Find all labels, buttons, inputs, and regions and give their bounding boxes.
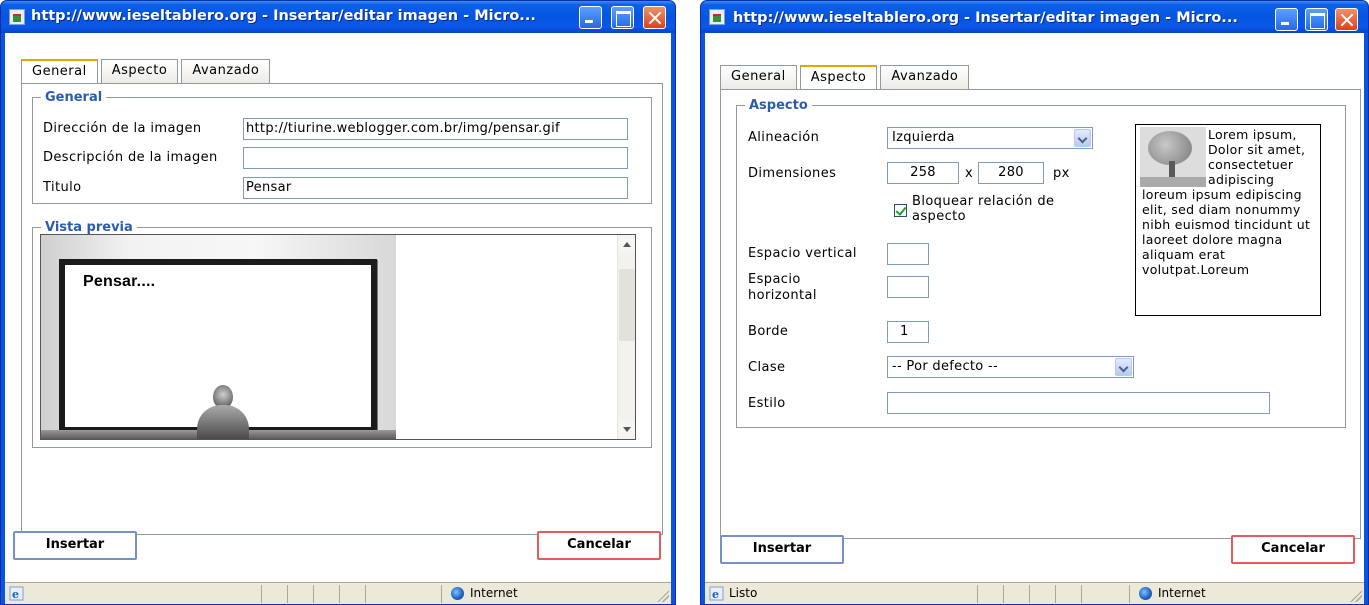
alignment-select[interactable]: Izquierda <box>887 127 1093 149</box>
cancel-button[interactable]: Cancelar <box>537 531 661 560</box>
aspect-legend: Aspecto <box>749 98 808 113</box>
close-button[interactable] <box>643 6 666 29</box>
preview-legend: Vista previa <box>45 220 133 235</box>
minimize-button[interactable] <box>579 6 602 29</box>
tab-panel: Aspecto Alineación Izquierda Dimensiones… <box>720 89 1361 539</box>
tab-general[interactable]: General <box>21 59 98 84</box>
dialog-window-general: http://www.ieseltablero.org - Insertar/e… <box>0 0 676 605</box>
tab-bar: General Aspecto Avanzado <box>720 65 970 90</box>
dimensions-label: Dimensiones <box>748 166 837 181</box>
class-value: -- Por defecto -- <box>892 359 998 374</box>
ie-page-icon <box>9 9 25 25</box>
person-figure <box>193 385 253 439</box>
image-url-input[interactable]: http://tiurine.weblogger.com.br/img/pens… <box>243 118 628 140</box>
preview-scrollbar[interactable] <box>617 235 635 439</box>
tab-avanzado[interactable]: Avanzado <box>181 59 271 83</box>
ie-page-icon <box>709 9 725 25</box>
status-bar: e Listo Internet <box>705 582 1364 604</box>
cancel-button[interactable]: Cancelar <box>1231 535 1355 564</box>
security-zone: Internet <box>451 586 518 600</box>
minimize-button[interactable] <box>1275 8 1298 31</box>
title-bar[interactable]: http://www.ieseltablero.org - Insertar/e… <box>701 1 1368 33</box>
style-label: Estilo <box>748 396 786 411</box>
resize-grip[interactable] <box>1350 590 1362 602</box>
dimension-separator: x <box>965 166 974 181</box>
insert-button[interactable]: Insertar <box>720 535 844 564</box>
insert-button[interactable]: Insertar <box>13 531 137 560</box>
border-label: Borde <box>748 324 789 339</box>
general-legend: General <box>45 90 103 105</box>
maximize-button[interactable] <box>611 6 634 29</box>
scroll-down-icon[interactable] <box>619 421 635 438</box>
ie-status-icon: e <box>9 586 24 601</box>
style-input[interactable] <box>887 392 1270 414</box>
zone-text: Internet <box>1158 586 1206 600</box>
tab-aspecto[interactable]: Aspecto <box>799 65 878 90</box>
tab-bar: General Aspecto Avanzado <box>21 59 271 84</box>
description-label: Descripción de la imagen <box>43 150 218 165</box>
hspace-input[interactable] <box>887 276 929 298</box>
tab-panel: General Dirección de la imagen http://ti… <box>21 83 663 535</box>
resize-grip[interactable] <box>657 590 669 602</box>
hspace-label: Espacio horizontal <box>748 272 817 303</box>
image-url-label: Dirección de la imagen <box>43 121 202 136</box>
ie-status-icon: e <box>709 586 724 601</box>
class-select[interactable]: -- Por defecto -- <box>887 356 1134 378</box>
alignment-sample: Lorem ipsum, Dolor sit amet, consectetue… <box>1135 124 1321 316</box>
tab-general[interactable]: General <box>720 65 797 89</box>
maximize-button[interactable] <box>1305 8 1328 31</box>
svg-text:e: e <box>712 588 719 601</box>
image-preview: Pensar.... <box>40 234 636 440</box>
sample-tree-image <box>1140 127 1206 187</box>
preview-image-text: Pensar.... <box>83 273 156 290</box>
lock-ratio-checkbox[interactable] <box>894 204 907 217</box>
svg-text:e: e <box>12 588 19 601</box>
window-title: http://www.ieseltablero.org - Insertar/e… <box>31 8 536 24</box>
chevron-down-icon[interactable] <box>1115 358 1132 376</box>
dialog-content: General Aspecto Avanzado Aspecto Alineac… <box>705 33 1364 582</box>
vspace-input[interactable] <box>887 243 929 265</box>
alignment-value: Izquierda <box>892 130 955 145</box>
status-bar: e Internet <box>5 582 671 604</box>
border-input[interactable]: 1 <box>887 321 929 343</box>
preview-image: Pensar.... <box>41 235 396 439</box>
globe-icon <box>451 586 464 600</box>
lock-ratio-label: Bloquear relación de aspecto <box>912 194 1055 224</box>
class-label: Clase <box>748 360 786 375</box>
tab-avanzado[interactable]: Avanzado <box>880 65 970 89</box>
alignment-label: Alineación <box>748 130 820 145</box>
tab-aspecto[interactable]: Aspecto <box>100 59 179 83</box>
scroll-thumb[interactable] <box>619 269 635 341</box>
height-input[interactable]: 280 <box>978 162 1044 184</box>
description-input[interactable] <box>243 147 628 169</box>
title-label: Titulo <box>43 180 82 195</box>
chevron-down-icon[interactable] <box>1074 129 1091 147</box>
security-zone: Internet <box>1139 586 1206 600</box>
title-input[interactable]: Pensar <box>243 177 628 199</box>
close-button[interactable] <box>1335 8 1358 31</box>
zone-text: Internet <box>470 586 518 600</box>
dialog-content: General Aspecto Avanzado General Direcci… <box>5 33 671 582</box>
unit-label: px <box>1053 166 1070 181</box>
dialog-window-aspecto: http://www.ieseltablero.org - Insertar/e… <box>700 0 1369 605</box>
globe-icon <box>1139 586 1152 600</box>
width-input[interactable]: 258 <box>887 162 959 184</box>
vspace-label: Espacio vertical <box>748 246 857 261</box>
title-bar[interactable]: http://www.ieseltablero.org - Insertar/e… <box>1 1 675 33</box>
window-title: http://www.ieseltablero.org - Insertar/e… <box>733 10 1238 26</box>
status-text: Listo <box>729 586 758 600</box>
scroll-up-icon[interactable] <box>619 236 635 253</box>
